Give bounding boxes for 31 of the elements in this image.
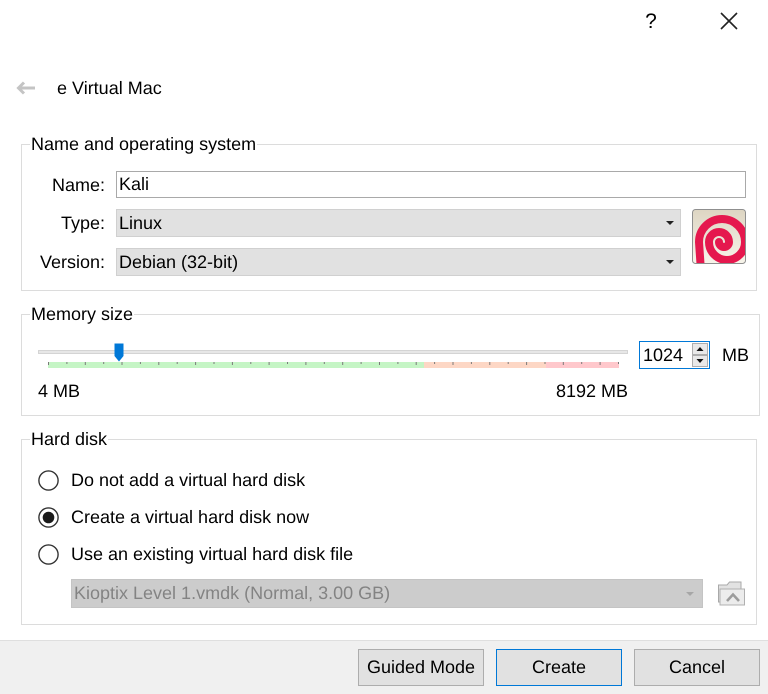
caret-icon <box>666 260 674 264</box>
slider-thumb[interactable] <box>114 343 124 362</box>
field-label: Name: <box>52 174 105 196</box>
caret-icon <box>666 221 674 225</box>
memory-slider[interactable] <box>38 342 628 362</box>
scale-max-label: 8192 MB <box>556 381 628 401</box>
group-title: Hard disk <box>30 429 108 449</box>
radio-option[interactable]: Do not add a virtual hard disk <box>38 468 306 492</box>
folder-icon[interactable] <box>717 580 746 607</box>
radio-option[interactable]: Create a virtual hard disk now <box>38 505 310 529</box>
dialog-button[interactable]: Create <box>496 649 622 686</box>
radio-icon[interactable] <box>38 544 59 564</box>
dropdown[interactable]: Linux <box>116 209 681 237</box>
group-title: Name and operating system <box>30 134 258 154</box>
field-label: Version: <box>40 251 105 273</box>
caret-icon <box>686 592 694 596</box>
unit-label: MB <box>722 344 749 367</box>
radio-option[interactable]: Use an existing virtual hard disk file <box>38 542 354 566</box>
dialog-button[interactable]: Cancel <box>634 649 760 686</box>
help-button[interactable]: ? <box>636 6 666 36</box>
group-title: Memory size <box>30 304 134 324</box>
radio-icon[interactable] <box>38 470 59 490</box>
close-icon[interactable] <box>720 12 738 30</box>
scale-min-label: 4 MB <box>38 381 80 401</box>
text-field[interactable]: Kali <box>116 171 746 198</box>
field-label: Type: <box>60 212 105 234</box>
dialog-button[interactable]: Guided Mode <box>358 649 484 686</box>
swirl-icon <box>692 209 746 264</box>
dropdown[interactable]: Debian (32-bit) <box>116 248 681 276</box>
page-title: e Virtual Mac <box>57 77 162 100</box>
radio-icon[interactable] <box>38 506 59 528</box>
